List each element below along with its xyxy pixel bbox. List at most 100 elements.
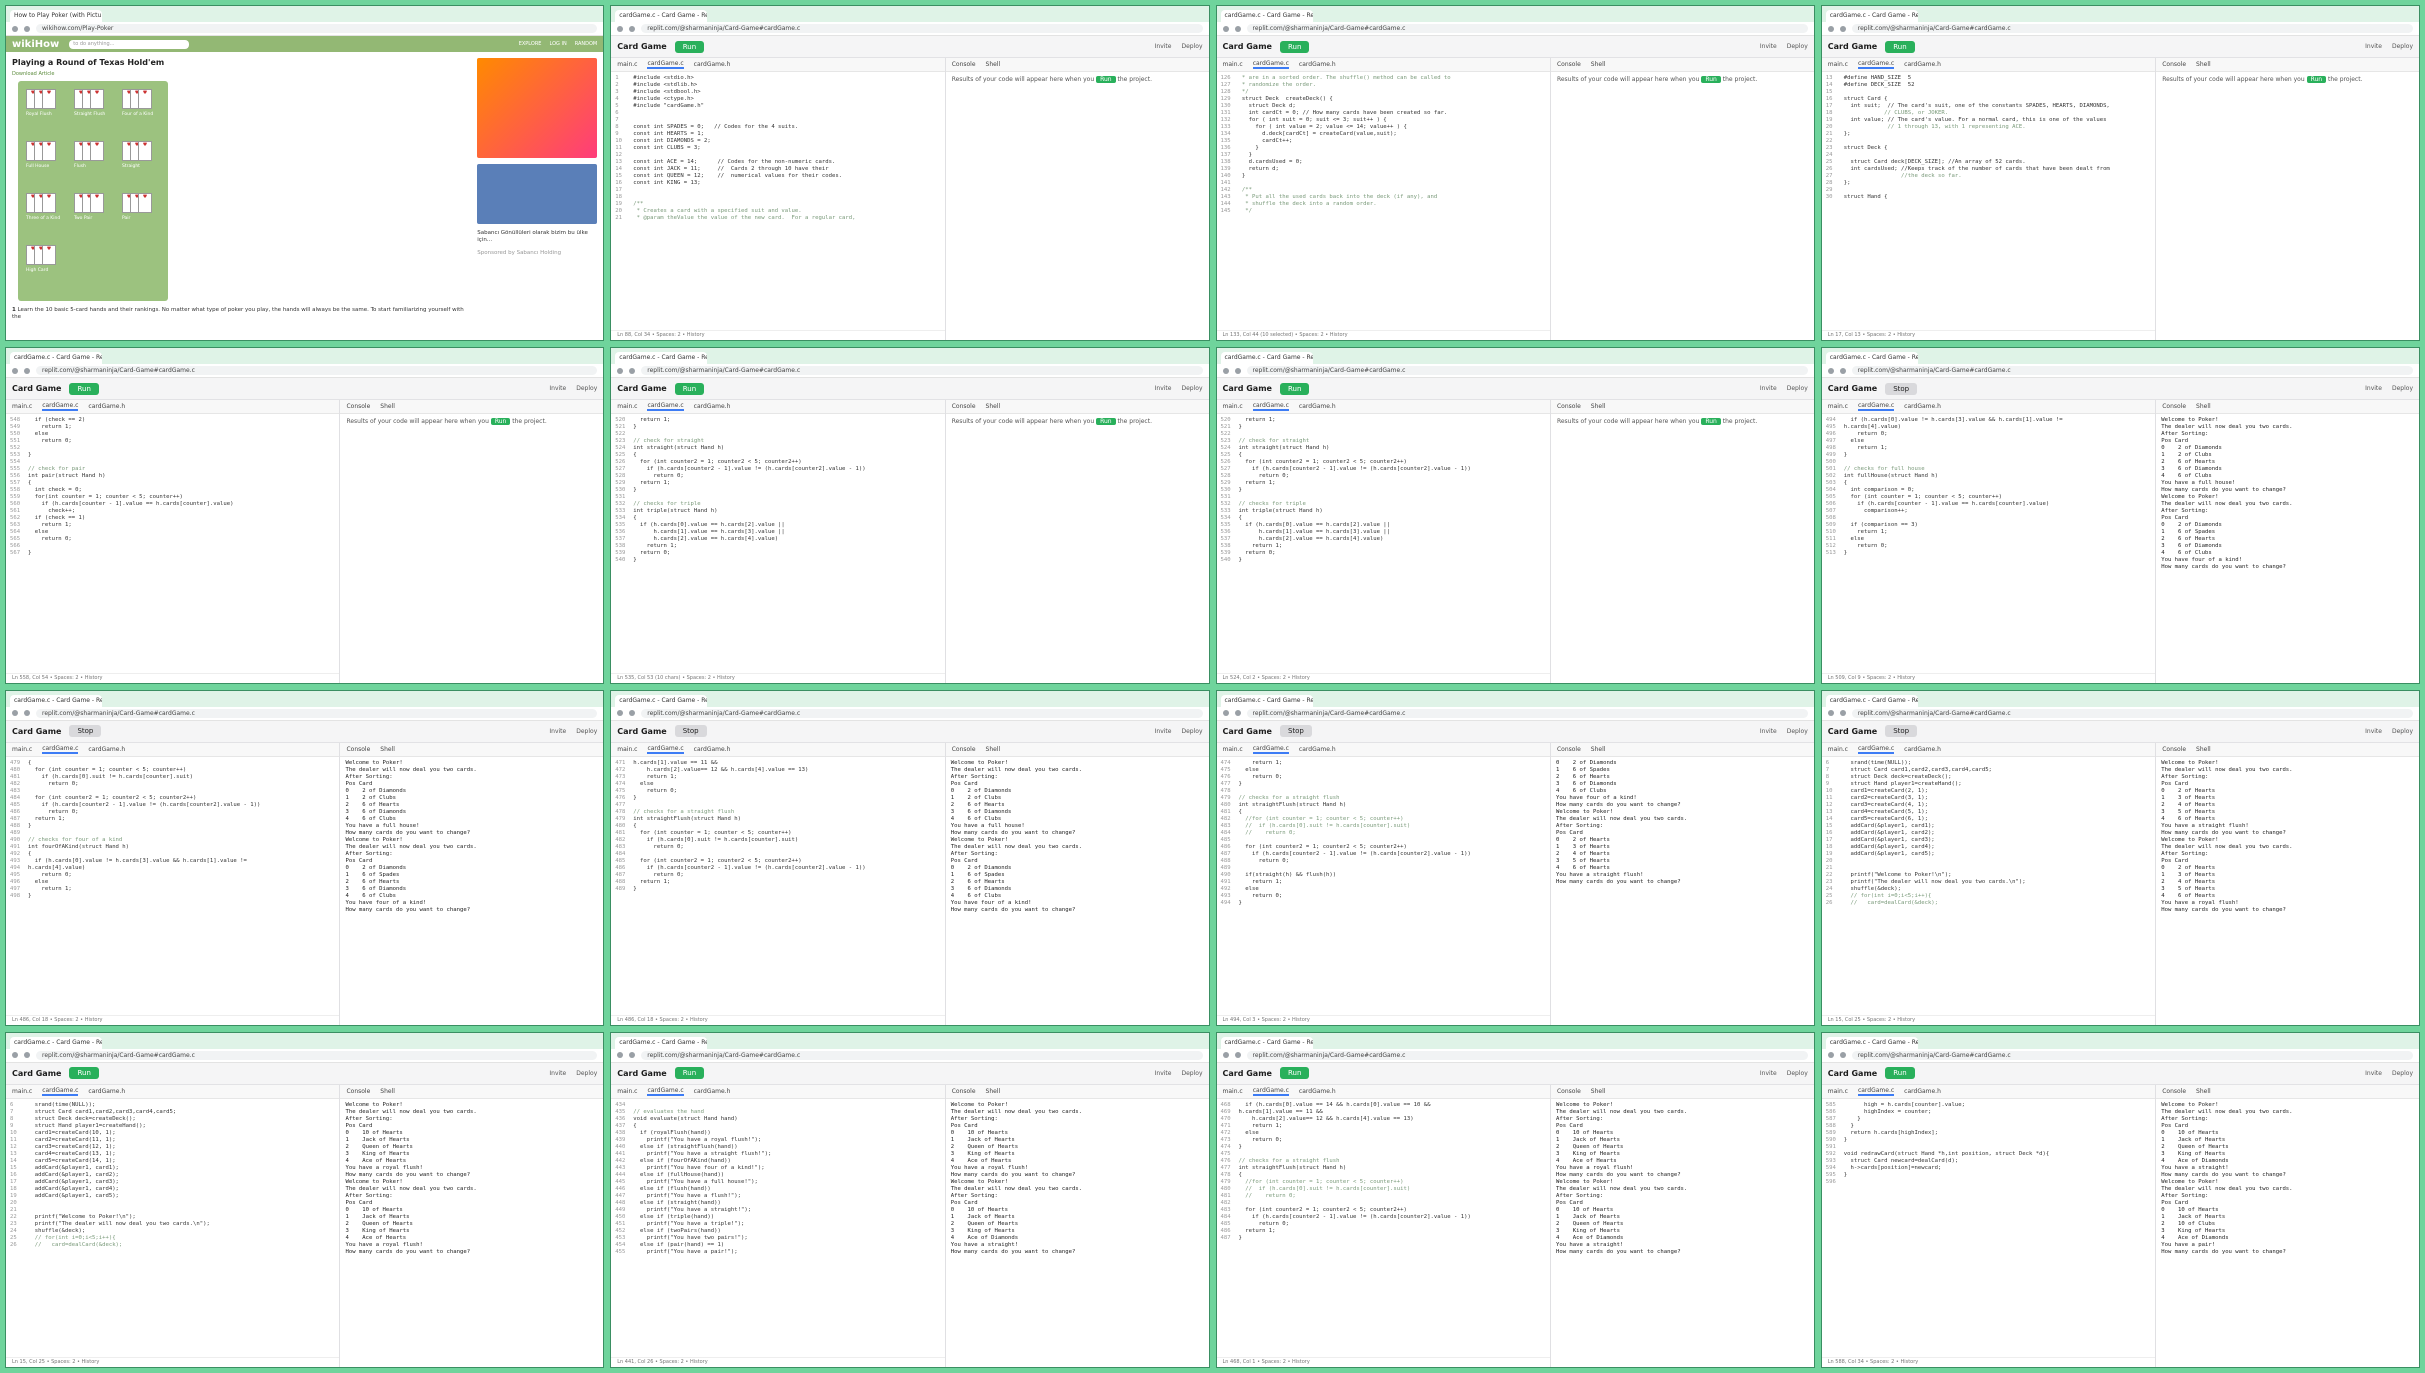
- deploy-button[interactable]: Deploy: [576, 728, 597, 735]
- reload-icon[interactable]: [1234, 367, 1241, 374]
- code-text[interactable]: // checks for a straight flush: [633, 809, 734, 815]
- code-text[interactable]: // checks for a straight flush: [1239, 1158, 1340, 1164]
- repl-name[interactable]: Card Game: [617, 727, 666, 736]
- code-text[interactable]: if (h.cards[counter - 1].value == h.card…: [1844, 501, 2049, 507]
- inline-run-button[interactable]: Run: [490, 418, 511, 426]
- code-text[interactable]: else if (fullHouse(hand)): [633, 1172, 724, 1178]
- code-text[interactable]: printf("The dealer will now deal you two…: [1844, 879, 2025, 885]
- file-tab-main-c[interactable]: main.c: [1828, 746, 1848, 753]
- file-tab-main-c[interactable]: main.c: [1223, 403, 1243, 410]
- code-text[interactable]: return 1;: [633, 543, 677, 549]
- code-text[interactable]: {: [1844, 480, 1847, 486]
- tab-console[interactable]: Console: [2162, 61, 2186, 68]
- code-text[interactable]: // check for straight: [1239, 438, 1310, 444]
- code-text[interactable]: if (h.cards[counter2 - 1].value != (h.ca…: [633, 865, 866, 871]
- file-tab-main-c[interactable]: main.c: [1828, 1088, 1848, 1095]
- code-text[interactable]: printf("Welcome to Poker!\n");: [28, 1214, 136, 1220]
- invite-button[interactable]: Invite: [1760, 728, 1777, 735]
- code-text[interactable]: }: [1239, 173, 1245, 179]
- code-text[interactable]: return 1;: [1844, 445, 1887, 451]
- deploy-button[interactable]: Deploy: [1181, 1070, 1202, 1077]
- code-text[interactable]: }: [28, 893, 31, 899]
- code-text[interactable]: };: [1844, 180, 1851, 186]
- code-text[interactable]: // checks for four of a kind: [28, 837, 122, 843]
- code-text[interactable]: else if (triple(hand)): [633, 1214, 714, 1220]
- tab-shell[interactable]: Shell: [986, 403, 1001, 410]
- code-text[interactable]: return 0;: [28, 536, 71, 542]
- code-text[interactable]: }: [1239, 781, 1242, 787]
- code-text[interactable]: return 1;: [1239, 417, 1275, 423]
- code-text[interactable]: int straightFlush(struct Hand h): [633, 816, 741, 822]
- code-text[interactable]: else if (pair(hand) == 1): [633, 1242, 724, 1248]
- code-text[interactable]: }: [1239, 152, 1252, 158]
- tab-shell[interactable]: Shell: [986, 746, 1001, 753]
- browser-tab[interactable]: cardGame.c - Card Game - Repl...: [1825, 10, 1918, 22]
- code-text[interactable]: card5=createCard(6, 1);: [1844, 816, 1927, 822]
- stop-button[interactable]: Stop: [1885, 725, 1918, 737]
- code-text[interactable]: // CLUBS, or JOKER.: [1844, 110, 1948, 116]
- code-text[interactable]: const int DIAMONDS = 2;: [633, 138, 710, 144]
- invite-button[interactable]: Invite: [2365, 385, 2382, 392]
- code-text[interactable]: {: [1239, 515, 1242, 521]
- code-text[interactable]: #define DECK_SIZE 52: [1844, 82, 1915, 88]
- code-text[interactable]: return 1;: [1239, 760, 1282, 766]
- tab-shell[interactable]: Shell: [2196, 746, 2211, 753]
- code-text[interactable]: else: [1239, 767, 1258, 773]
- code-text[interactable]: }: [1239, 487, 1242, 493]
- code-text[interactable]: for ( int suit = 0; suit <= 3; suit++ ) …: [1239, 117, 1387, 123]
- code-text[interactable]: struct Card card1,card2,card3,card4,card…: [28, 1109, 176, 1115]
- code-text[interactable]: int triple(struct Hand h): [1239, 508, 1323, 514]
- url-field[interactable]: replit.com/@sharmaninja/Card-Game#cardGa…: [1851, 24, 2413, 33]
- repl-name[interactable]: Card Game: [617, 1069, 666, 1078]
- code-text[interactable]: return 0;: [1239, 473, 1289, 479]
- code-text[interactable]: return 0;: [633, 788, 677, 794]
- file-tab-cardGame-h[interactable]: cardGame.h: [88, 1088, 125, 1095]
- code-text[interactable]: int cardsUsed; //Keeps track of the numb…: [1844, 166, 2109, 172]
- back-icon[interactable]: [12, 25, 18, 32]
- wikihow-logo[interactable]: wikiHow: [12, 39, 59, 50]
- tab-console[interactable]: Console: [2162, 1088, 2186, 1095]
- code-text[interactable]: return 0;: [28, 781, 78, 787]
- inline-run-button[interactable]: Run: [1701, 76, 1721, 83]
- code-text[interactable]: if (h.cards[counter - 1].value == h.card…: [28, 501, 233, 507]
- url-field[interactable]: replit.com/@sharmaninja/Card-Game#cardGa…: [641, 366, 1203, 376]
- code-text[interactable]: * Creates a card with a specified suit a…: [633, 208, 802, 214]
- code-text[interactable]: else: [28, 879, 48, 885]
- code-text[interactable]: // card=dealCard(&deck);: [28, 1242, 123, 1248]
- file-tab-cardGame-c[interactable]: cardGame.c: [647, 1087, 684, 1096]
- code-text[interactable]: d.deck[cardCt] = createCard(value,suit);: [1239, 131, 1397, 137]
- tab-shell[interactable]: Shell: [2196, 403, 2211, 410]
- tab-console[interactable]: Console: [952, 61, 976, 68]
- code-text[interactable]: struct Card {: [1844, 96, 1888, 102]
- url-field[interactable]: replit.com/@sharmaninja/Card-Game#cardGa…: [1851, 366, 2413, 376]
- code-text[interactable]: #include "cardGame.h": [633, 103, 704, 109]
- file-tab-main-c[interactable]: main.c: [1223, 61, 1243, 68]
- tab-console[interactable]: Console: [1557, 403, 1581, 410]
- code-text[interactable]: }: [1239, 145, 1258, 151]
- code-text[interactable]: }: [633, 795, 636, 801]
- code-text[interactable]: else: [633, 781, 653, 787]
- code-text[interactable]: h.cards[1].value == h.cards[3].value ||: [1239, 529, 1390, 535]
- code-text[interactable]: else if (straightFlush(hand)): [633, 1144, 738, 1150]
- code-text[interactable]: }: [1844, 1116, 1860, 1122]
- browser-tab[interactable]: cardGame.c - Card Game - Repl...: [1220, 694, 1313, 707]
- tab-shell[interactable]: Shell: [986, 1088, 1001, 1095]
- code-text[interactable]: int fullHouse(struct Hand h): [1844, 473, 1938, 479]
- file-tab-cardGame-c[interactable]: cardGame.c: [647, 60, 684, 69]
- code-text[interactable]: if (h.cards[0].value == 14 && h.cards[0]…: [1239, 1102, 1430, 1108]
- file-tab-cardGame-c[interactable]: cardGame.c: [1252, 745, 1289, 754]
- code-text[interactable]: if (h.cards[0].value != h.cards[3].value…: [1844, 417, 2062, 423]
- tab-console[interactable]: Console: [952, 746, 976, 753]
- code-text[interactable]: int straightFlush(struct Hand h): [1239, 802, 1347, 808]
- browser-tab[interactable]: How to Play Poker (with Pictu...: [10, 10, 102, 22]
- tab-shell[interactable]: Shell: [1591, 1088, 1606, 1095]
- code-text[interactable]: for (int counter = 1; counter < 5; count…: [633, 830, 792, 836]
- code-text[interactable]: #include <ctype.h>: [633, 96, 694, 102]
- browser-tab[interactable]: cardGame.c - Card Game - Repl...: [615, 694, 708, 707]
- code-text[interactable]: //for (int counter = 1; counter < 5; cou…: [1239, 816, 1403, 822]
- deploy-button[interactable]: Deploy: [1181, 728, 1202, 735]
- code-text[interactable]: h.cards[1].value == 11 &&: [1239, 1109, 1323, 1115]
- url-field[interactable]: wikihow.com/Play-Poker: [36, 24, 598, 33]
- code-area[interactable]: 6 srand(time(NULL)); 7 struct Card card1,…: [1822, 757, 2155, 1015]
- invite-button[interactable]: Invite: [1155, 728, 1172, 735]
